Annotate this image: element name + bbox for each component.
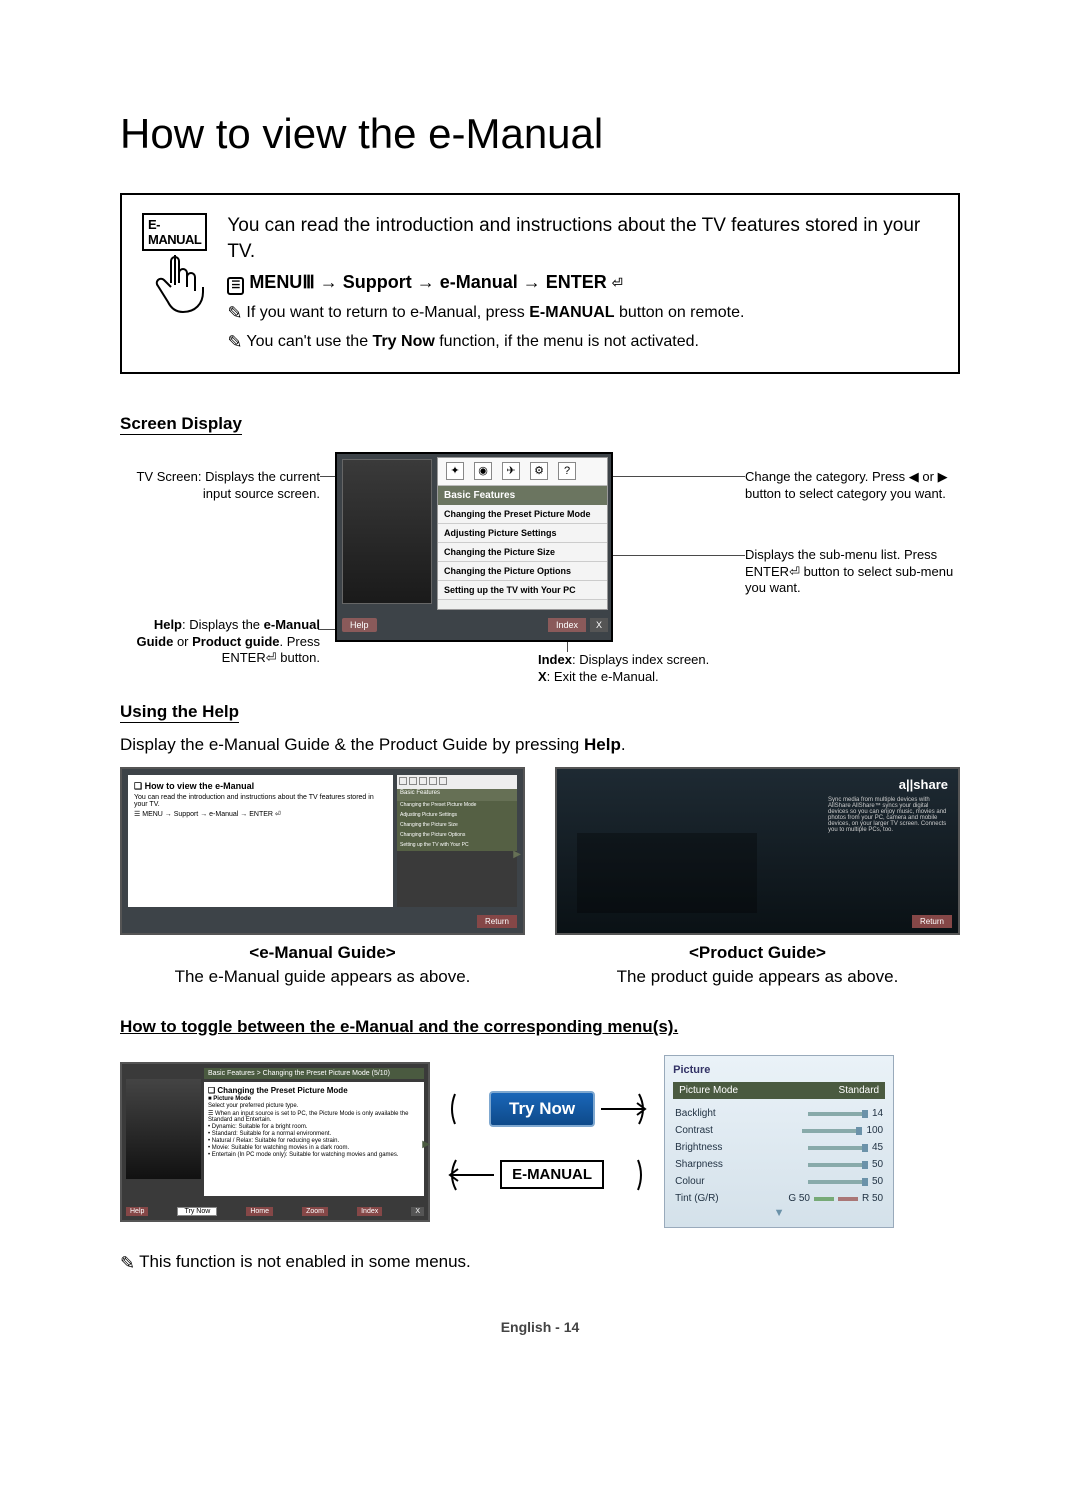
emanual-pill[interactable]: E-MANUAL bbox=[500, 1160, 604, 1189]
using-help-desc: Display the e-Manual Guide & the Product… bbox=[120, 735, 960, 755]
tvscreen-caption: TV Screen: Displays the current input so… bbox=[120, 469, 320, 502]
submenu-item[interactable]: Changing the Preset Picture Mode bbox=[438, 505, 607, 524]
tv-screen-region bbox=[342, 459, 432, 604]
exit-button[interactable]: X bbox=[411, 1207, 424, 1216]
product-guide-label: <Product Guide> bbox=[555, 943, 960, 963]
cat-icon[interactable]: ✈ bbox=[502, 462, 520, 480]
using-help-heading: Using the Help bbox=[120, 702, 239, 723]
help-button[interactable]: Help bbox=[342, 618, 377, 632]
toggle-arrows: Try Now E-MANUAL bbox=[445, 1089, 649, 1195]
support-label: Support bbox=[343, 272, 412, 292]
picture-menu-title: Picture bbox=[673, 1064, 885, 1076]
intro-lead: You can read the introduction and instru… bbox=[227, 213, 938, 264]
try-now-button[interactable]: Try Now bbox=[177, 1207, 217, 1216]
category-icons: ✦ ◉ ✈ ⚙ ? bbox=[438, 458, 607, 486]
cat-icon[interactable]: ✦ bbox=[446, 462, 464, 480]
note-icon: ✎ bbox=[227, 331, 242, 354]
menu-label: MENU bbox=[249, 272, 302, 292]
submenu-item[interactable]: Changing the Picture Size bbox=[438, 543, 607, 562]
intro-box: E-MANUAL You can read the introduction a… bbox=[120, 193, 960, 374]
tv-device: ✦ ◉ ✈ ⚙ ? Basic Features Changing the Pr… bbox=[335, 452, 613, 642]
emg-strip: Basic Features bbox=[397, 789, 517, 801]
remote-btn-icon: ☰ bbox=[227, 277, 244, 295]
cat-icon[interactable]: ? bbox=[558, 462, 576, 480]
help-button[interactable]: Help bbox=[126, 1207, 148, 1216]
emanual-detail-screenshot: Basic Features > Changing the Preset Pic… bbox=[120, 1062, 430, 1222]
submenu-item[interactable]: Adjusting Picture Settings bbox=[438, 524, 607, 543]
slider-row[interactable]: Brightness45 bbox=[673, 1139, 885, 1156]
cat-icon[interactable]: ◉ bbox=[474, 462, 492, 480]
return-button[interactable]: Return bbox=[912, 915, 952, 928]
enter-label: ENTER bbox=[546, 272, 607, 292]
intro-note-2: ✎You can't use the Try Now function, if … bbox=[227, 331, 938, 354]
emg-row: Changing the Picture Size bbox=[397, 821, 517, 831]
slider-row[interactable]: Backlight14 bbox=[673, 1105, 885, 1122]
menu-path: ☰ MENUⅢ → Support → e-Manual → ENTER ⏎ bbox=[227, 270, 938, 295]
slider-row[interactable]: Contrast100 bbox=[673, 1122, 885, 1139]
right-arrow-icon: ▶ bbox=[513, 849, 521, 860]
product-guide-desc: The product guide appears as above. bbox=[555, 967, 960, 987]
emg-row: Changing the Preset Picture Mode bbox=[397, 801, 517, 811]
emanual-badge: E-MANUAL bbox=[142, 213, 207, 251]
home-button[interactable]: Home bbox=[246, 1207, 273, 1216]
pg-blurb: Sync media from multiple devices with Al… bbox=[828, 797, 948, 833]
zoom-button[interactable]: Zoom bbox=[302, 1207, 328, 1216]
page-title: How to view the e-Manual bbox=[120, 110, 960, 158]
tl-breadcrumb: Basic Features > Changing the Preset Pic… bbox=[204, 1068, 424, 1079]
pg-image bbox=[577, 833, 757, 913]
hand-icon bbox=[145, 251, 205, 331]
allshare-logo: a||share bbox=[899, 777, 948, 792]
enter-icon: ⏎ bbox=[789, 564, 800, 579]
curve-arrow-icon bbox=[445, 1089, 485, 1129]
tl-tv-region bbox=[126, 1079, 201, 1179]
try-now-pill[interactable]: Try Now bbox=[489, 1091, 595, 1127]
basic-features-bar: Basic Features bbox=[438, 486, 607, 505]
picture-menu-screenshot: Picture Picture ModeStandard Backlight14… bbox=[664, 1055, 894, 1228]
toggle-heading: How to toggle between the e-Manual and t… bbox=[120, 1017, 960, 1037]
submenu-item[interactable]: Changing the Picture Options bbox=[438, 562, 607, 581]
emanual-hand-graphic: E-MANUAL bbox=[142, 213, 207, 354]
final-note: ✎This function is not enabled in some me… bbox=[120, 1252, 960, 1274]
emg-row: Setting up the TV with Your PC bbox=[397, 841, 517, 851]
note-icon: ✎ bbox=[227, 302, 242, 325]
emg-row: Adjusting Picture Settings bbox=[397, 811, 517, 821]
emg-row: Changing the Picture Options bbox=[397, 831, 517, 841]
emanual-guide-desc: The e-Manual guide appears as above. bbox=[120, 967, 525, 987]
change-category-caption: Change the category. Press ◀ or ▶ button… bbox=[745, 469, 960, 502]
page-footer: English - 14 bbox=[120, 1319, 960, 1335]
submenu-item[interactable]: Setting up the TV with Your PC bbox=[438, 581, 607, 600]
emanual-label: e-Manual bbox=[440, 272, 518, 292]
slider-row[interactable]: Colour50 bbox=[673, 1173, 885, 1190]
index-button[interactable]: Index bbox=[548, 618, 586, 632]
index-caption: Index: Displays index screen. X: Exit th… bbox=[538, 652, 768, 685]
tint-row[interactable]: Tint (G/R)G 50R 50 bbox=[673, 1190, 885, 1207]
return-button[interactable]: Return bbox=[477, 915, 517, 928]
arrow-left-icon bbox=[446, 1155, 496, 1195]
index-button[interactable]: Index bbox=[357, 1207, 382, 1216]
note-icon: ✎ bbox=[120, 1253, 135, 1274]
product-guide-screenshot: a||share Sync media from multiple device… bbox=[555, 767, 960, 935]
right-arrow-icon: ▶ bbox=[422, 1139, 430, 1150]
exit-button[interactable]: X bbox=[590, 618, 608, 632]
submenu-caption: Displays the sub-menu list. Press ENTER⏎… bbox=[745, 547, 960, 596]
emanual-guide-screenshot: ❏ How to view the e-Manual You can read … bbox=[120, 767, 525, 935]
enter-icon: ⏎ bbox=[612, 272, 623, 293]
emanual-panel: ✦ ◉ ✈ ⚙ ? Basic Features Changing the Pr… bbox=[437, 457, 608, 610]
emg-body: You can read the introduction and instru… bbox=[134, 794, 387, 808]
arrow-right-icon bbox=[599, 1089, 649, 1129]
help-caption: Help: Displays the e-Manual Guide or Pro… bbox=[120, 617, 320, 666]
emg-path: ☰ MENU → Support → e-Manual → ENTER ⏎ bbox=[134, 810, 387, 818]
slider-row[interactable]: Sharpness50 bbox=[673, 1156, 885, 1173]
screen-display-diagram: TV Screen: Displays the current input so… bbox=[120, 447, 960, 687]
screen-display-heading: Screen Display bbox=[120, 414, 242, 435]
tl-title: ❏ Changing the Preset Picture Mode bbox=[208, 1086, 420, 1095]
intro-note-1: ✎If you want to return to e-Manual, pres… bbox=[227, 302, 938, 325]
enter-icon: ⏎ bbox=[266, 650, 277, 665]
curve-arrow-icon bbox=[608, 1155, 648, 1195]
cat-icon[interactable]: ⚙ bbox=[530, 462, 548, 480]
emg-title: ❏ How to view the e-Manual bbox=[134, 781, 387, 792]
emanual-guide-label: <e-Manual Guide> bbox=[120, 943, 525, 963]
picture-mode-row[interactable]: Picture ModeStandard bbox=[673, 1082, 885, 1099]
